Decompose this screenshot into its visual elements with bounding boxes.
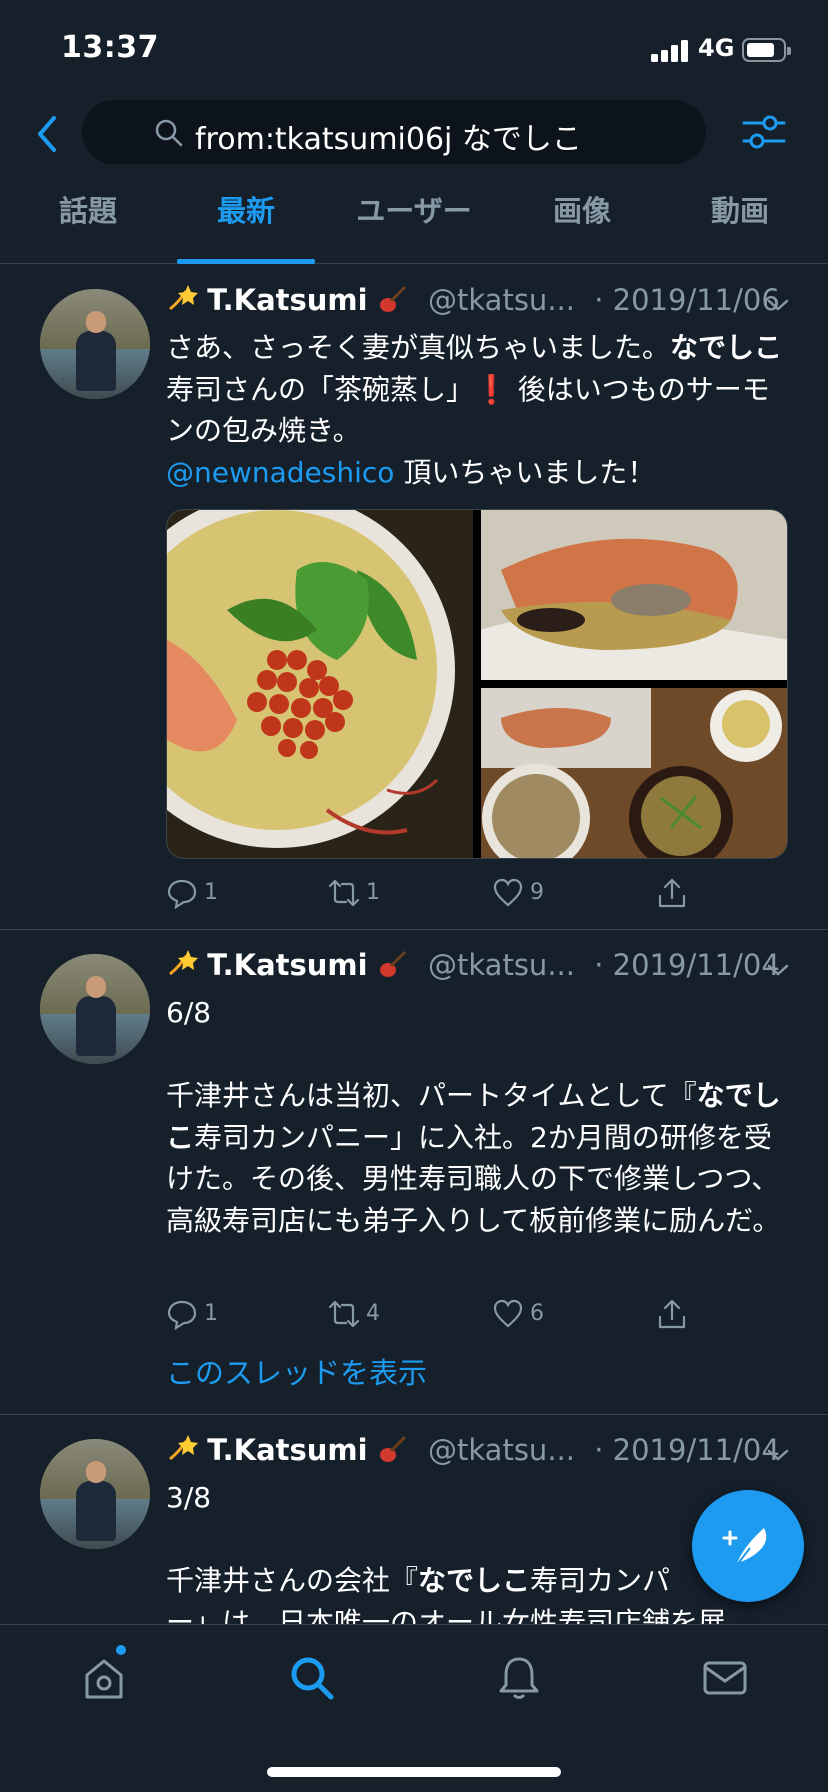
tab-photos[interactable]: 画像: [502, 188, 662, 264]
dizzy-star-icon: [169, 950, 198, 976]
home-indicator: [267, 1767, 561, 1777]
tab-latest[interactable]: 最新: [166, 188, 326, 264]
sliders-icon[interactable]: [740, 108, 788, 156]
heart-icon: [493, 1299, 523, 1328]
avatar[interactable]: [40, 954, 150, 1064]
search-header: from:tkatsumi06j なでしこ: [0, 96, 828, 172]
avatar[interactable]: [40, 289, 150, 399]
display-name[interactable]: T.Katsumi: [207, 1433, 367, 1467]
tweet-actions: 1 1 9: [166, 873, 788, 913]
cellular-signal-icon: [651, 40, 695, 62]
reply-icon: [167, 1300, 197, 1330]
mention-link[interactable]: @newnadeshico: [166, 456, 394, 489]
battery-icon: [742, 38, 791, 62]
tweet-header: T.Katsumi @tkatsu... · 2019/11/06: [166, 283, 780, 327]
active-tab-indicator: [177, 259, 315, 264]
guitar-icon: [379, 1435, 406, 1462]
search-query: from:tkatsumi06j なでしこ: [195, 122, 582, 157]
tweet-header: T.Katsumi @tkatsu... · 2019/11/04: [166, 948, 780, 992]
search-icon[interactable]: [287, 1653, 337, 1703]
network-type: 4G: [698, 34, 735, 62]
magnifier-icon: [155, 119, 183, 147]
retweet-icon: [328, 1300, 360, 1328]
tweet-card[interactable]: T.Katsumi @tkatsu... · 2019/11/06 さあ、さっそ…: [0, 265, 828, 930]
display-name[interactable]: T.Katsumi: [207, 948, 367, 982]
tweet-body: さあ、さっそく妻が真似ちゃいました。なでしこ寿司さんの「茶碗蒸し」❗ 後はいつも…: [166, 331, 783, 489]
dizzy-star-icon: [169, 285, 198, 311]
tweet-header: T.Katsumi @tkatsu... · 2019/11/04: [166, 1433, 780, 1477]
display-name[interactable]: T.Katsumi: [207, 283, 367, 317]
tweet-date: · 2019/11/04: [594, 948, 780, 982]
mail-icon[interactable]: [700, 1653, 750, 1703]
chawanmushi-photo[interactable]: [167, 510, 473, 858]
tweet-date: · 2019/11/04: [594, 1433, 780, 1467]
tab-top[interactable]: 話題: [8, 188, 168, 264]
avatar[interactable]: [40, 1439, 150, 1549]
status-bar: 13:37 4G: [0, 0, 828, 96]
retweet-icon: [328, 879, 360, 907]
dizzy-star-icon: [169, 1435, 198, 1461]
compose-feather-icon: [722, 1528, 767, 1567]
bottom-tab-bar: [0, 1624, 828, 1792]
compose-tweet-button[interactable]: [692, 1490, 804, 1602]
tweet-card[interactable]: T.Katsumi @tkatsu... · 2019/11/04 6/8 千津井…: [0, 930, 828, 1415]
heart-icon: [493, 878, 523, 907]
show-thread-link[interactable]: このスレッドを表示: [166, 1350, 427, 1392]
tweet-media-grid[interactable]: [166, 509, 788, 859]
tab-people[interactable]: ユーザー: [334, 188, 494, 264]
user-handle: @tkatsu...: [428, 1433, 575, 1467]
home-icon[interactable]: [79, 1653, 129, 1703]
chevron-down-icon[interactable]: [766, 297, 790, 313]
bell-icon[interactable]: [494, 1653, 544, 1703]
salmon-foil-photo[interactable]: [481, 510, 787, 680]
unread-dot: [116, 1645, 126, 1655]
chevron-down-icon[interactable]: [766, 1447, 790, 1463]
chevron-down-icon[interactable]: [766, 962, 790, 978]
share-icon: [658, 1299, 686, 1329]
guitar-icon: [379, 950, 406, 977]
reply-icon: [167, 879, 197, 909]
tab-videos[interactable]: 動画: [660, 188, 820, 264]
search-input[interactable]: from:tkatsumi06j なでしこ: [82, 100, 706, 164]
user-handle: @tkatsu...: [428, 283, 575, 317]
status-time: 13:37: [61, 30, 159, 65]
user-handle: @tkatsu...: [428, 948, 575, 982]
search-tabs: 話題 最新 ユーザー 画像 動画: [0, 188, 828, 264]
guitar-icon: [379, 285, 406, 312]
share-icon: [658, 878, 686, 908]
meal-set-photo[interactable]: [481, 688, 787, 858]
tweet-date: · 2019/11/06: [594, 283, 780, 317]
back-chevron-icon[interactable]: [30, 110, 66, 158]
tweet-actions: 1 4 6: [166, 1294, 788, 1334]
tweet-body: 6/8 千津井さんは当初、パートタイムとして『なでしこ寿司カンパニー」に入社。2か…: [166, 996, 781, 1237]
